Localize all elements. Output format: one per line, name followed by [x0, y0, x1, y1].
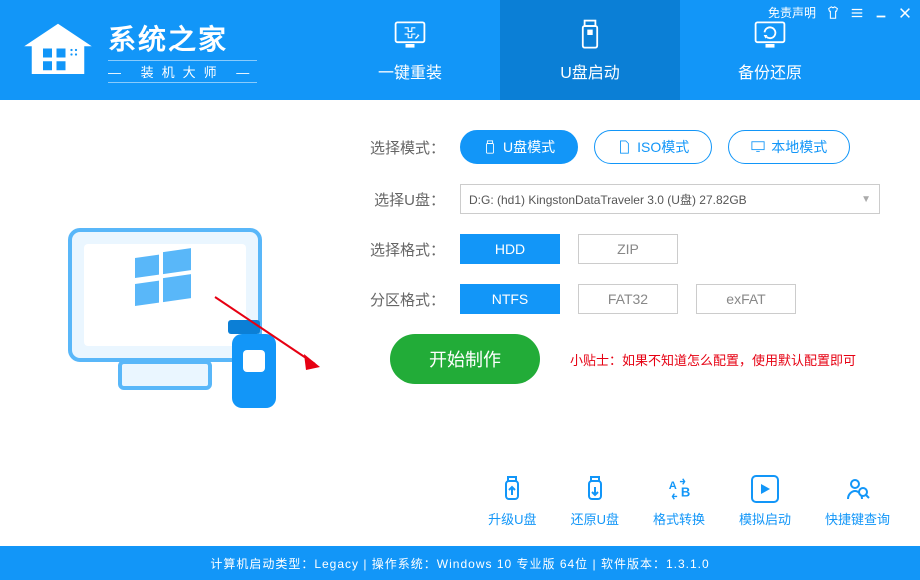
start-button[interactable]: 开始制作 — [390, 334, 540, 384]
usb-icon — [483, 140, 497, 154]
convert-icon: AB — [665, 475, 693, 503]
svg-text:A: A — [669, 480, 677, 492]
skin-icon[interactable] — [826, 6, 840, 20]
play-icon — [758, 482, 772, 496]
menu-icon[interactable] — [850, 6, 864, 20]
mode-local[interactable]: 本地模式 — [728, 130, 850, 164]
illustration — [30, 130, 310, 490]
disclaimer-link[interactable]: 免责声明 — [768, 4, 816, 21]
tool-restore-usb[interactable]: 还原U盘 — [571, 475, 619, 528]
mode-iso[interactable]: ISO模式 — [594, 130, 712, 164]
config-panel: 选择模式： U盘模式 ISO模式 本地模式 选择U盘： D:G: (hd1 — [310, 130, 890, 490]
close-icon[interactable] — [898, 6, 912, 20]
person-search-icon — [843, 475, 871, 503]
mode-label: 选择模式： — [370, 137, 460, 158]
usb-select[interactable]: D:G: (hd1) KingstonDataTraveler 3.0 (U盘)… — [460, 184, 880, 214]
usb-upgrade-icon — [498, 475, 526, 503]
tool-format-convert[interactable]: AB 格式转换 — [653, 475, 705, 528]
part-fmt-ntfs[interactable]: NTFS — [460, 284, 560, 314]
disk-format-label: 选择格式： — [370, 239, 460, 260]
header: 系统之家 装机大师 一键重装 U盘启动 备份还原 免责声明 — [0, 0, 920, 100]
minimize-icon[interactable] — [874, 6, 888, 20]
content: 选择模式： U盘模式 ISO模式 本地模式 选择U盘： D:G: (hd1 — [0, 100, 920, 500]
red-arrow-icon — [210, 292, 330, 382]
window-controls: 免责声明 — [768, 4, 912, 21]
tab-usb-boot[interactable]: U盘启动 — [500, 0, 680, 100]
monitor-icon — [751, 140, 765, 154]
usb-boot-icon — [572, 17, 608, 53]
partition-format-label: 分区格式： — [370, 289, 460, 310]
usb-label: 选择U盘： — [370, 189, 460, 210]
tab-reinstall[interactable]: 一键重装 — [320, 0, 500, 100]
tool-hotkey-lookup[interactable]: 快捷键查询 — [825, 475, 890, 528]
svg-text:B: B — [681, 484, 690, 499]
house-logo-icon — [18, 20, 98, 80]
hint-text: 小贴士：如果不知道怎么配置，使用默认配置即可 — [570, 350, 856, 369]
disk-fmt-hdd[interactable]: HDD — [460, 234, 560, 264]
usb-restore-icon — [581, 475, 609, 503]
disk-fmt-zip[interactable]: ZIP — [578, 234, 678, 264]
chevron-down-icon: ▼ — [861, 194, 871, 205]
backup-restore-icon — [752, 17, 788, 53]
app-subtitle: 装机大师 — [108, 60, 257, 83]
logo: 系统之家 装机大师 — [0, 18, 300, 83]
tool-simulate-boot[interactable]: 模拟启动 — [739, 475, 791, 528]
bottom-tools: 升级U盘 还原U盘 AB 格式转换 模拟启动 快捷键查询 — [488, 475, 890, 528]
file-icon — [617, 140, 631, 154]
usb-selected-value: D:G: (hd1) KingstonDataTraveler 3.0 (U盘)… — [469, 191, 747, 208]
part-fmt-fat32[interactable]: FAT32 — [578, 284, 678, 314]
tab-label: U盘启动 — [560, 59, 620, 83]
screen-reinstall-icon — [392, 17, 428, 53]
tab-label: 备份还原 — [738, 59, 802, 83]
status-bar: 计算机启动类型：Legacy | 操作系统：Windows 10 专业版 64位… — [0, 546, 920, 580]
tool-upgrade-usb[interactable]: 升级U盘 — [488, 475, 536, 528]
mode-usb[interactable]: U盘模式 — [460, 130, 578, 164]
part-fmt-exfat[interactable]: exFAT — [696, 284, 796, 314]
app-title: 系统之家 — [108, 18, 257, 58]
tab-label: 一键重装 — [378, 59, 442, 83]
